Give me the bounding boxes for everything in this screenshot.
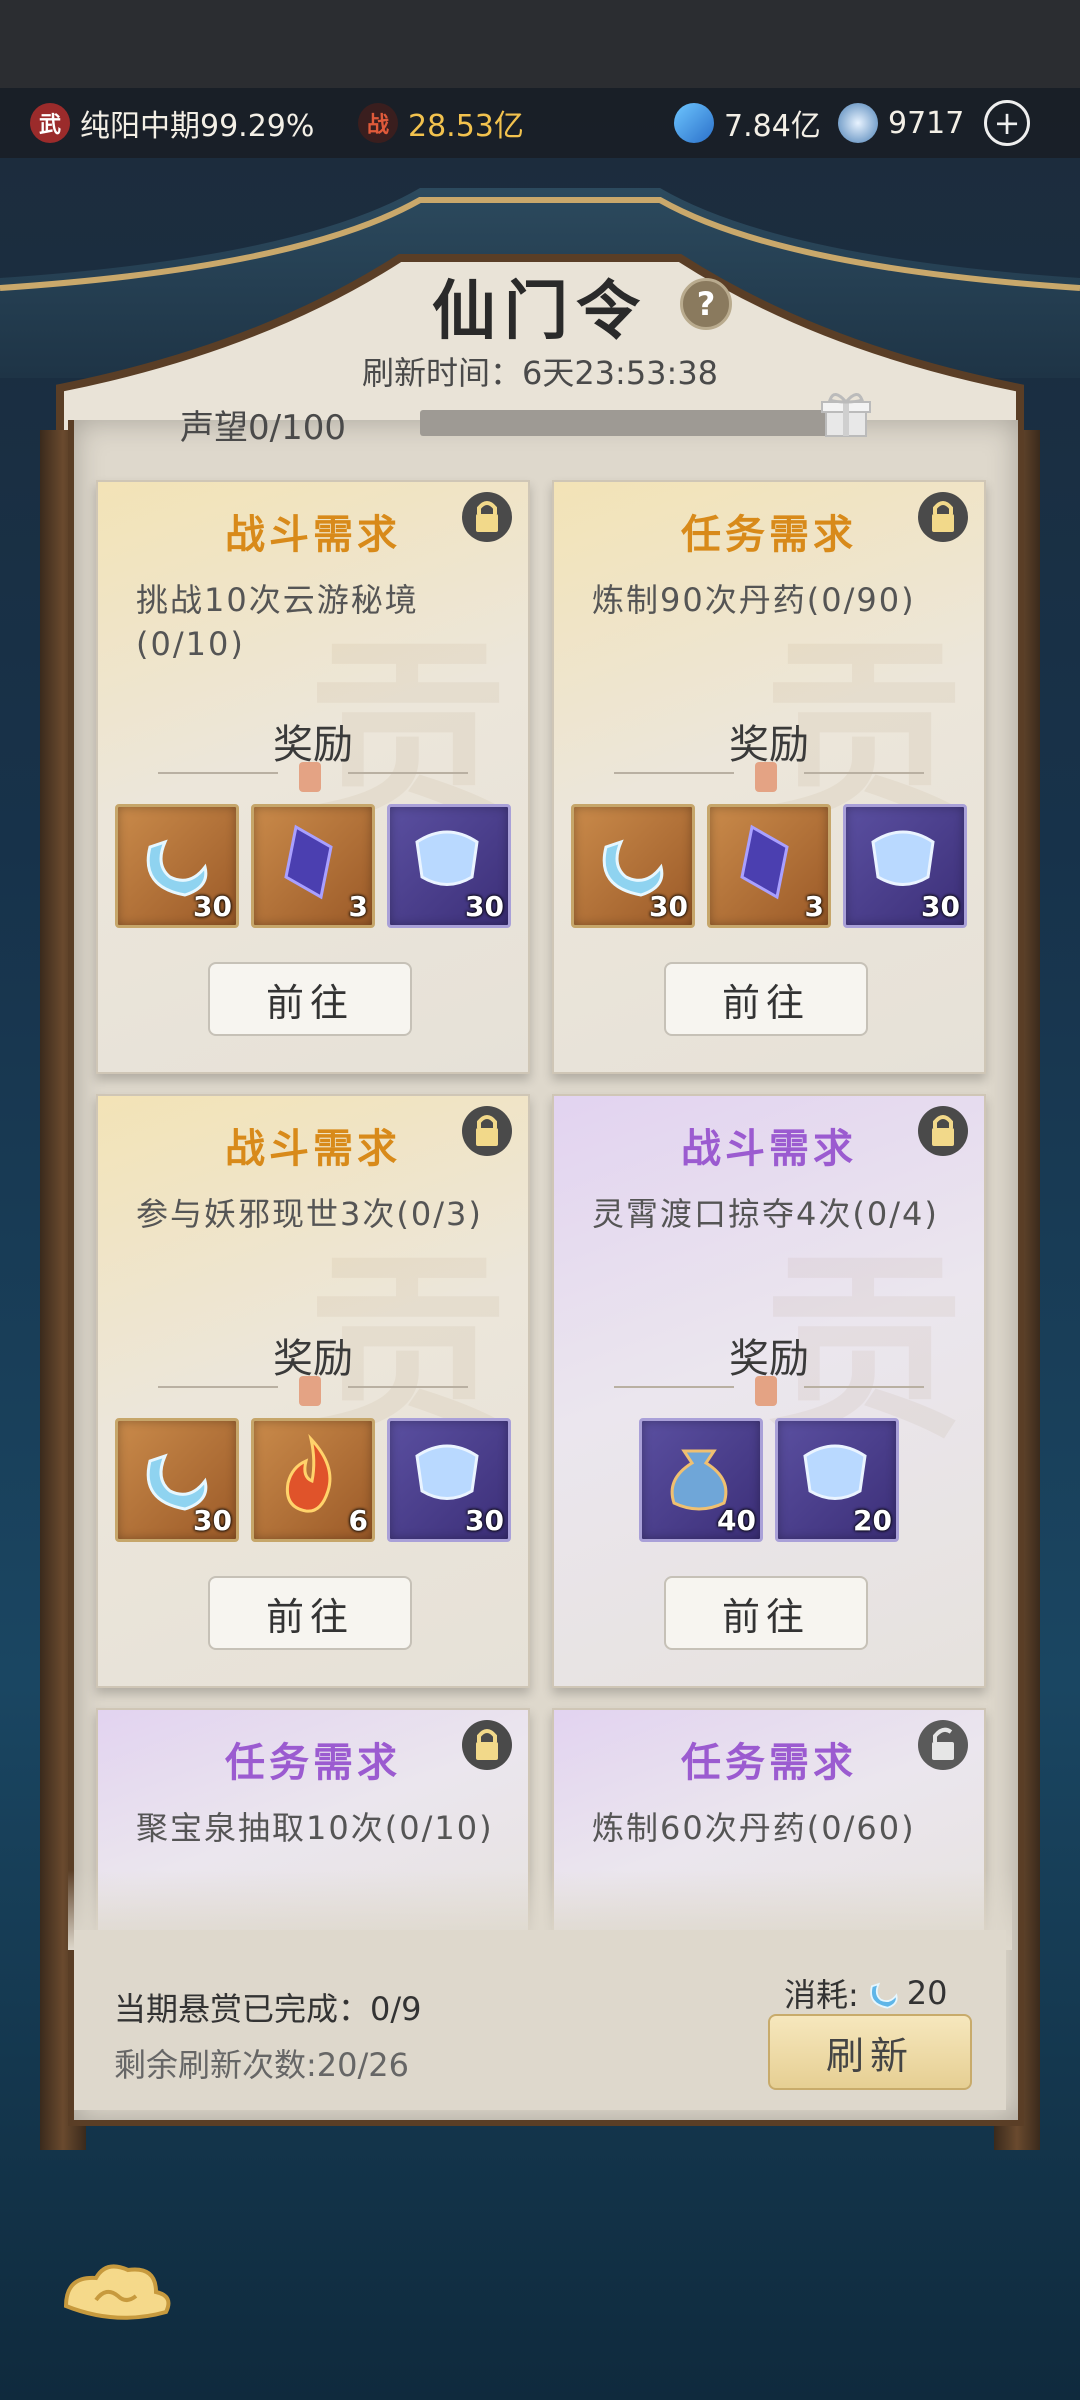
reward-item-purple-crystal[interactable]: 3 xyxy=(707,804,831,928)
power-badge-icon: 战 xyxy=(358,103,398,143)
goto-button[interactable]: 前往 xyxy=(208,962,412,1036)
jade-currency-amount: 9717 xyxy=(888,105,965,141)
plus-icon: + xyxy=(984,100,1030,146)
cost-label: 消耗: xyxy=(784,1976,859,2014)
realm-text: 纯阳中期99.29% xyxy=(80,109,315,144)
prestige-label: 声望0/100 xyxy=(180,408,346,448)
gift-box-icon[interactable] xyxy=(818,386,874,442)
resource-bar: 武 纯阳中期99.29% 战 28.53亿 7.84亿 9717 + xyxy=(0,88,1080,158)
task-description: 炼制60次丹药(0/60) xyxy=(592,1809,916,1847)
bounty-card-1: 贡 战斗需求 挑战10次云游秘境(0/10) 奖励 30 3 30 前往 xyxy=(96,480,530,1074)
refresh-button[interactable]: 刷新 xyxy=(768,2014,972,2090)
currency-jade: 9717 xyxy=(838,103,964,143)
spirit-stone-amount: 7.84亿 xyxy=(724,109,821,144)
reward-item-scroll-token[interactable]: 30 xyxy=(387,1418,511,1542)
divider xyxy=(804,772,924,774)
lock-icon[interactable] xyxy=(460,1718,514,1772)
bounty-card-2: 贡 任务需求 炼制90次丹药(0/90) 奖励 30 3 30 前往 xyxy=(552,480,986,1074)
task-description: 炼制90次丹药(0/90) xyxy=(592,581,916,619)
reward-item-scroll-token[interactable]: 30 xyxy=(387,804,511,928)
power-display: 战 28.53亿 xyxy=(358,101,524,145)
reward-item-crescent-jade[interactable]: 30 xyxy=(571,804,695,928)
power-text: 28.53亿 xyxy=(408,109,524,144)
jade-currency-icon xyxy=(838,103,878,143)
lock-icon[interactable] xyxy=(460,490,514,544)
task-description: 挑战10次云游秘境(0/10) xyxy=(136,581,419,663)
spirit-stone-icon xyxy=(674,103,714,143)
status-bar xyxy=(0,0,1080,88)
lock-icon[interactable] xyxy=(916,490,970,544)
seal-icon xyxy=(299,1376,321,1406)
seal-icon xyxy=(299,762,321,792)
divider xyxy=(158,1386,278,1388)
realm-badge-icon: 武 xyxy=(30,103,70,143)
lock-icon[interactable] xyxy=(460,1104,514,1158)
seal-icon xyxy=(755,1376,777,1406)
cloud-menu-icon[interactable] xyxy=(56,2256,176,2336)
reward-item-treasure-bag[interactable]: 40 xyxy=(639,1418,763,1542)
reward-item-flame[interactable]: 6 xyxy=(251,1418,375,1542)
flame-icon xyxy=(285,1433,332,1513)
prestige-progress-bar xyxy=(420,410,840,436)
reward-items: 40 20 xyxy=(554,1418,984,1542)
task-description: 聚宝泉抽取10次(0/10) xyxy=(136,1809,494,1847)
footer-panel: 当期悬赏已完成：0/9 剩余刷新次数:20/26 消耗: 20 刷新 xyxy=(74,1930,1006,2110)
reward-item-purple-crystal[interactable]: 3 xyxy=(251,804,375,928)
divider xyxy=(348,1386,468,1388)
divider xyxy=(614,772,734,774)
reward-item-crescent-jade[interactable]: 30 xyxy=(115,804,239,928)
reward-item-scroll-token[interactable]: 20 xyxy=(775,1418,899,1542)
goto-button[interactable]: 前往 xyxy=(664,962,868,1036)
reward-items: 30 3 30 xyxy=(98,804,528,928)
crescent-jade-icon xyxy=(870,1982,898,2009)
task-description: 灵霄渡口掠夺4次(0/4) xyxy=(592,1195,939,1233)
purple-crystal-icon xyxy=(284,824,333,900)
goto-button[interactable]: 前往 xyxy=(208,1576,412,1650)
reward-item-crescent-jade[interactable]: 30 xyxy=(115,1418,239,1542)
task-description: 参与妖邪现世3次(0/3) xyxy=(136,1195,483,1233)
realm-display: 武 纯阳中期99.29% xyxy=(30,101,314,145)
seal-icon xyxy=(755,762,777,792)
currency-spirit: 7.84亿 xyxy=(674,101,821,145)
reward-items: 30 3 30 xyxy=(554,804,984,928)
refresh-timer: 刷新时间：6天23:53:38 xyxy=(361,354,719,392)
bounty-card-3: 贡 战斗需求 参与妖邪现世3次(0/3) 奖励 30 6 30 前往 xyxy=(96,1094,530,1688)
divider xyxy=(158,772,278,774)
divider xyxy=(804,1386,924,1388)
unlock-icon[interactable] xyxy=(916,1718,970,1772)
refresh-cost: 消耗: 20 xyxy=(784,1970,948,2016)
bounty-card-4: 贡 战斗需求 灵霄渡口掠夺4次(0/4) 奖励 40 20 前往 xyxy=(552,1094,986,1688)
divider xyxy=(348,772,468,774)
cost-value: 20 xyxy=(906,1974,948,2012)
remaining-refreshes: 剩余刷新次数:20/26 xyxy=(114,2046,410,2084)
lock-icon[interactable] xyxy=(916,1104,970,1158)
help-icon[interactable]: ? xyxy=(680,278,732,330)
reward-item-scroll-token[interactable]: 30 xyxy=(843,804,967,928)
purple-crystal-icon xyxy=(740,824,789,900)
completed-count: 当期悬赏已完成：0/9 xyxy=(114,1990,422,2028)
add-currency-button[interactable]: + xyxy=(984,100,1030,146)
goto-button[interactable]: 前往 xyxy=(664,1576,868,1650)
reward-items: 30 6 30 xyxy=(98,1418,528,1542)
divider xyxy=(614,1386,734,1388)
page-title: 仙门令 xyxy=(432,274,648,349)
